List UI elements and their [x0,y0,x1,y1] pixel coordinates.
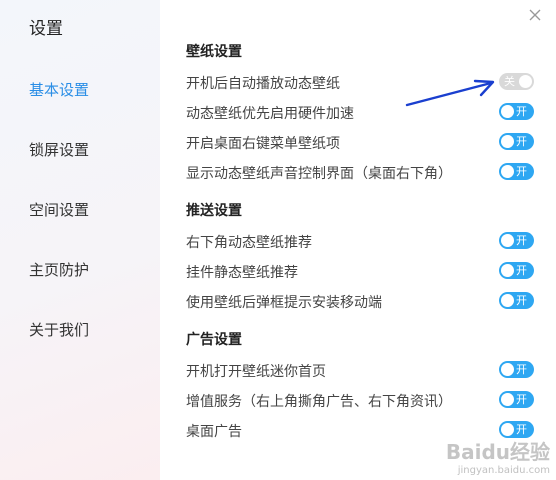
toggle-knob [519,75,532,88]
section-title-push: 推送设置 [186,203,242,219]
sidebar: 设置 基本设置 锁屏设置 空间设置 主页防护 关于我们 [0,0,160,480]
toggle-knob [501,234,514,247]
setting-label: 挂件静态壁纸推荐 [186,265,298,281]
setting-row: 挂件静态壁纸推荐 开 [186,260,534,282]
mobile-install-prompt-toggle[interactable]: 开 [499,292,534,309]
setting-label: 动态壁纸优先启用硬件加速 [186,106,354,122]
toggle-state-text: 开 [516,165,527,178]
autoplay-wallpaper-toggle[interactable]: 关 [499,73,534,90]
toggle-knob [501,393,514,406]
setting-label: 使用壁纸后弹框提示安装移动端 [186,295,382,311]
section-title-wallpaper: 壁纸设置 [186,44,242,60]
toggle-state-text: 开 [516,363,527,376]
toggle-state-text: 开 [516,294,527,307]
toggle-state-text: 开 [516,105,527,118]
close-icon[interactable] [528,8,542,22]
sidebar-item-about-us[interactable]: 关于我们 [29,319,89,340]
setting-label: 右下角动态壁纸推荐 [186,235,312,251]
setting-row: 增值服务（右上角撕角广告、右下角资讯） 开 [186,389,534,411]
setting-row: 右下角动态壁纸推荐 开 [186,230,534,252]
setting-row: 开启桌面右键菜单壁纸项 开 [186,131,534,153]
setting-label: 开机打开壁纸迷你首页 [186,364,326,380]
setting-label: 增值服务（右上角撕角广告、右下角资讯） [186,394,452,410]
setting-row: 显示动态壁纸声音控制界面（桌面右下角） 开 [186,161,534,183]
toggle-knob [501,363,514,376]
watermark: Baidu经验 jingyan.baidu.com [446,436,550,476]
setting-label: 开机后自动播放动态壁纸 [186,76,340,92]
sidebar-item-lockscreen-settings[interactable]: 锁屏设置 [29,139,89,160]
widget-wallpaper-recommend-toggle[interactable]: 开 [499,262,534,279]
sidebar-item-basic-settings[interactable]: 基本设置 [29,79,89,100]
hardware-acceleration-toggle[interactable]: 开 [499,103,534,120]
toggle-knob [501,105,514,118]
watermark-url: jingyan.baidu.com [457,465,550,476]
sidebar-item-homepage-protection[interactable]: 主页防护 [29,259,89,280]
toggle-state-text: 开 [516,423,527,436]
value-added-service-toggle[interactable]: 开 [499,391,534,408]
toggle-state-text: 关 [504,75,515,88]
toggle-knob [501,423,514,436]
toggle-state-text: 开 [516,393,527,406]
section-title-ads: 广告设置 [186,332,242,348]
setting-row: 开机打开壁纸迷你首页 开 [186,359,534,381]
toggle-knob [501,165,514,178]
toggle-state-text: 开 [516,264,527,277]
context-menu-wallpaper-toggle[interactable]: 开 [499,133,534,150]
sound-control-toggle[interactable]: 开 [499,163,534,180]
watermark-logo: Baidu经验 [445,440,550,464]
settings-panel: 壁纸设置 开机后自动播放动态壁纸 关 动态壁纸优先启用硬件加速 开 开启桌面右键… [160,0,556,480]
sidebar-item-space-settings[interactable]: 空间设置 [29,199,89,220]
toggle-knob [501,264,514,277]
setting-label: 显示动态壁纸声音控制界面（桌面右下角） [186,166,452,182]
toggle-knob [501,135,514,148]
setting-label: 桌面广告 [186,424,242,440]
toggle-state-text: 开 [516,135,527,148]
toggle-state-text: 开 [516,234,527,247]
toggle-knob [501,294,514,307]
app-title: 设置 [29,19,63,39]
annotation-arrow-icon [405,79,495,107]
corner-wallpaper-recommend-toggle[interactable]: 开 [499,232,534,249]
setting-label: 开启桌面右键菜单壁纸项 [186,136,340,152]
setting-row: 使用壁纸后弹框提示安装移动端 开 [186,290,534,312]
mini-homepage-toggle[interactable]: 开 [499,361,534,378]
